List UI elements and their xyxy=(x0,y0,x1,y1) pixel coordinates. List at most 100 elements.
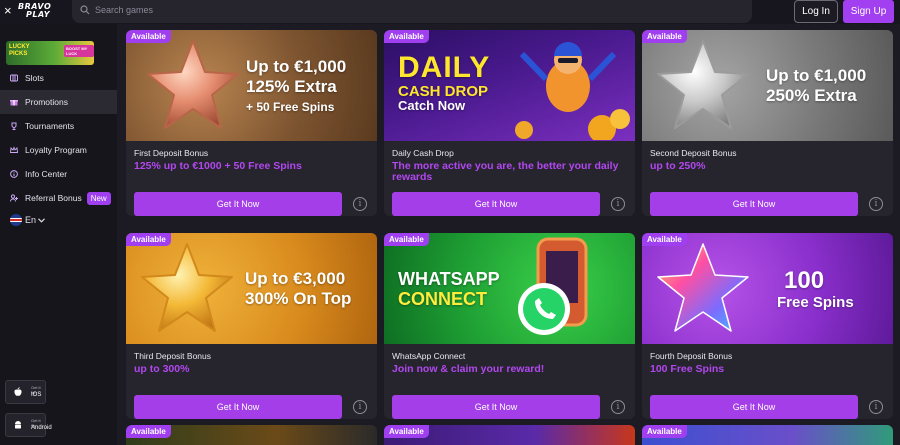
promo-banner[interactable]: Up to €1,000 125% Extra + 50 Free Spins … xyxy=(126,30,377,141)
card-title: Second Deposit Bonus xyxy=(650,148,737,158)
banner-line-1: Up to €1,000 xyxy=(246,57,347,76)
promo-card-first-deposit: Up to €1,000 125% Extra + 50 Free Spins … xyxy=(126,30,377,216)
promo-card-fourth-deposit: 100 Free Spins Available Fourth Deposit … xyxy=(642,233,893,419)
ios-app-button[interactable]: Get it for IOS xyxy=(5,380,46,404)
sidebar-item-label: Slots xyxy=(25,73,44,83)
sidebar-item-promotions[interactable]: Promotions xyxy=(0,90,117,114)
promo-banner[interactable]: WHATSAPP CONNECT Available xyxy=(384,233,635,344)
card-title: Third Deposit Bonus xyxy=(134,351,212,361)
banner-line-2: Free Spins xyxy=(777,294,854,311)
get-it-now-button[interactable]: Get It Now xyxy=(392,192,600,216)
info-icon[interactable]: i xyxy=(869,400,883,414)
promo-banner[interactable]: 100 Free Spins Available xyxy=(642,233,893,344)
available-badge: Available xyxy=(126,233,171,246)
crown-icon xyxy=(10,146,18,153)
info-icon[interactable]: i xyxy=(353,400,367,414)
sidebar-item-info-center[interactable]: Info Center xyxy=(0,162,117,186)
info-icon[interactable]: i xyxy=(611,400,625,414)
logo-line-2: PLAY xyxy=(26,10,51,19)
banner-line-2: 250% Extra xyxy=(766,86,857,105)
available-badge: Available xyxy=(126,425,171,438)
promo-card-partial[interactable]: Available xyxy=(384,425,635,445)
card-title: WhatsApp Connect xyxy=(392,351,466,361)
top-bar: × BRAVO PLAY Search games Log In Sign Up xyxy=(0,0,900,24)
info-icon[interactable]: i xyxy=(611,197,625,211)
available-badge: Available xyxy=(384,30,429,43)
available-badge: Available xyxy=(642,233,687,246)
language-label: En xyxy=(25,215,37,225)
card-title: First Deposit Bonus xyxy=(134,148,209,158)
sidebar: LUCKY PICKS BOOST MY LUCK Slots Promotio… xyxy=(0,24,117,445)
lucky-picks-title: LUCKY PICKS xyxy=(9,44,30,58)
logo[interactable]: BRAVO PLAY xyxy=(18,3,68,21)
apple-icon xyxy=(14,387,22,396)
promo-card-partial[interactable]: Available xyxy=(126,425,377,445)
sidebar-item-label: Loyalty Program xyxy=(25,145,87,155)
info-icon[interactable]: i xyxy=(869,197,883,211)
sidebar-item-slots[interactable]: Slots xyxy=(0,66,117,90)
card-subtitle: up to 300% xyxy=(134,363,190,375)
android-app-button[interactable]: Get it for Android xyxy=(5,413,52,437)
card-title: Fourth Deposit Bonus xyxy=(650,351,733,361)
card-subtitle: 100 Free Spins xyxy=(650,363,725,375)
available-badge: Available xyxy=(384,233,429,246)
promo-banner[interactable]: Up to €1,000 250% Extra Available xyxy=(642,30,893,141)
get-it-now-button[interactable]: Get It Now xyxy=(134,192,342,216)
lucky-picks-line1: LUCKY xyxy=(9,44,30,50)
search-bar[interactable]: Search games xyxy=(72,0,752,23)
language-selector[interactable]: En xyxy=(10,214,45,226)
android-icon xyxy=(15,421,21,429)
signup-button[interactable]: Sign Up xyxy=(843,0,894,23)
star-icon xyxy=(147,40,239,129)
boost-luck-badge: BOOST MY LUCK xyxy=(64,45,94,57)
uk-flag-icon xyxy=(10,214,22,226)
star-icon xyxy=(141,243,233,332)
close-icon[interactable]: × xyxy=(4,4,14,18)
banner-line-1: 100 xyxy=(784,267,825,294)
card-subtitle: up to 250% xyxy=(650,160,706,172)
promo-card-whatsapp-connect: WHATSAPP CONNECT Available WhatsApp Conn… xyxy=(384,233,635,419)
get-it-now-button[interactable]: Get It Now xyxy=(650,395,858,419)
chevron-down-icon xyxy=(38,217,45,223)
lucky-picks-promo-banner[interactable]: LUCKY PICKS BOOST MY LUCK xyxy=(6,41,94,65)
promotions-grid: Up to €1,000 125% Extra + 50 Free Spins … xyxy=(117,24,900,445)
sidebar-item-referral-bonus[interactable]: Referral Bonus New xyxy=(0,186,117,210)
banner-line-1: Up to €3,000 xyxy=(245,269,346,288)
promo-banner[interactable]: Up to €3,000 300% On Top Available xyxy=(126,233,377,344)
get-it-now-button[interactable]: Get It Now xyxy=(650,192,858,216)
available-badge: Available xyxy=(642,30,687,43)
get-it-now-button[interactable]: Get It Now xyxy=(392,395,600,419)
sidebar-item-loyalty-program[interactable]: Loyalty Program xyxy=(0,138,117,162)
banner-line-1: DAILY xyxy=(398,51,491,84)
banner-line-3: Catch Now xyxy=(398,98,466,113)
search-icon xyxy=(80,5,90,15)
login-button[interactable]: Log In xyxy=(794,0,838,23)
promo-banner[interactable]: DAILY CASH DROP Catch Now Available xyxy=(384,30,635,141)
whatsapp-icon xyxy=(518,237,588,335)
promo-card-partial[interactable]: Available xyxy=(642,425,893,445)
sidebar-nav: Slots Promotions Tournaments Loyalty Pro… xyxy=(0,66,117,210)
banner-line-2: CONNECT xyxy=(398,289,487,309)
cash-drop-character-icon xyxy=(515,42,630,140)
card-subtitle: Join now & claim your reward! xyxy=(392,363,545,375)
get-it-now-button[interactable]: Get It Now xyxy=(134,395,342,419)
available-badge: Available xyxy=(126,30,171,43)
card-subtitle: 125% up to €1000 + 50 Free Spins xyxy=(134,160,302,172)
available-badge: Available xyxy=(642,425,687,438)
search-input[interactable]: Search games xyxy=(95,5,153,15)
new-badge: New xyxy=(86,191,111,205)
banner-line-1: Up to €1,000 xyxy=(766,66,867,85)
promo-card-second-deposit: Up to €1,000 250% Extra Available Second… xyxy=(642,30,893,216)
lucky-picks-line2: PICKS xyxy=(9,51,28,57)
banner-line-2: 125% Extra xyxy=(246,77,337,96)
sidebar-item-tournaments[interactable]: Tournaments xyxy=(0,114,117,138)
android-name: Android xyxy=(31,425,52,431)
ios-name: IOS xyxy=(31,392,42,398)
star-icon xyxy=(657,40,749,129)
info-icon[interactable]: i xyxy=(353,197,367,211)
card-title: Daily Cash Drop xyxy=(392,148,454,158)
promo-card-daily-cash-drop: DAILY CASH DROP Catch Now Available Dail… xyxy=(384,30,635,216)
info-icon xyxy=(10,170,18,178)
banner-line-1: WHATSAPP xyxy=(398,269,500,289)
banner-line-3: + 50 Free Spins xyxy=(246,100,335,114)
